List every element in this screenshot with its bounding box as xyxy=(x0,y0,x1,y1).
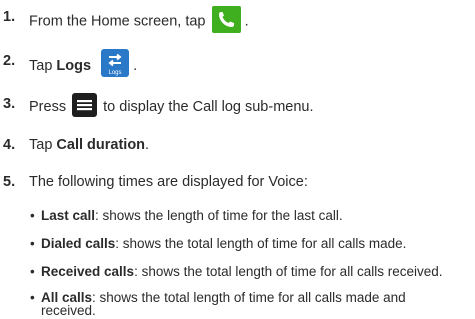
step-number: 3. xyxy=(3,96,16,112)
bullet-mark: • xyxy=(30,236,35,251)
step-5-text: The following times are displayed for Vo… xyxy=(29,174,308,190)
bullet-desc: : shows the length of time for the last … xyxy=(95,208,343,223)
bullet-mark: • xyxy=(30,264,35,279)
step-3-text-after: to display the Call log sub-menu. xyxy=(103,98,314,115)
bullet-text: Received calls: shows the total length o… xyxy=(41,263,442,280)
step-number: 5. xyxy=(3,174,16,190)
bullet-desc: : shows the total length of time for all… xyxy=(134,264,443,279)
step-3-text-before: Press xyxy=(29,98,67,115)
logs-icon-caption: Logs xyxy=(109,70,122,76)
step-text: Tap Call duration. xyxy=(29,136,149,154)
bullet-text: Last call: shows the length of time for … xyxy=(41,207,343,224)
bullet-desc: : shows the total length of time for all… xyxy=(92,290,406,305)
step-number: 4. xyxy=(3,137,16,153)
step-4-bold: Call duration xyxy=(56,137,146,153)
bullet-desc-continued: received. xyxy=(41,303,96,318)
bullet-desc: : shows the total length of time for all… xyxy=(115,236,407,251)
step-text: Tap Logs Logs . xyxy=(29,49,138,80)
bullet-term: Received calls xyxy=(41,264,135,279)
step-number: 1. xyxy=(3,9,16,25)
step-text: Press to display the Call log sub-menu. xyxy=(29,93,314,119)
logs-icon: Logs xyxy=(101,49,130,77)
step-4-text-before: Tap xyxy=(29,137,57,153)
step-2-text-after: . xyxy=(133,57,138,74)
phone-icon xyxy=(211,6,241,33)
bullet-mark: • xyxy=(30,290,35,305)
step-text: From the Home screen, tap . xyxy=(29,6,249,35)
bullet-mark: • xyxy=(30,208,35,223)
step-number: 2. xyxy=(3,53,16,69)
step-1-text-after: . xyxy=(244,13,249,30)
bullet-term: Dialed calls xyxy=(41,236,116,251)
menu-icon xyxy=(72,93,98,117)
step-4-text-after: . xyxy=(145,137,150,153)
step-2-text-before: Tap xyxy=(29,57,57,74)
bullet-text: Dialed calls: shows the total length of … xyxy=(41,235,406,252)
bullet-term: Last call xyxy=(41,208,96,223)
step-1-text-before: From the Home screen, tap xyxy=(29,13,206,30)
step-2-bold: Logs xyxy=(56,57,92,74)
